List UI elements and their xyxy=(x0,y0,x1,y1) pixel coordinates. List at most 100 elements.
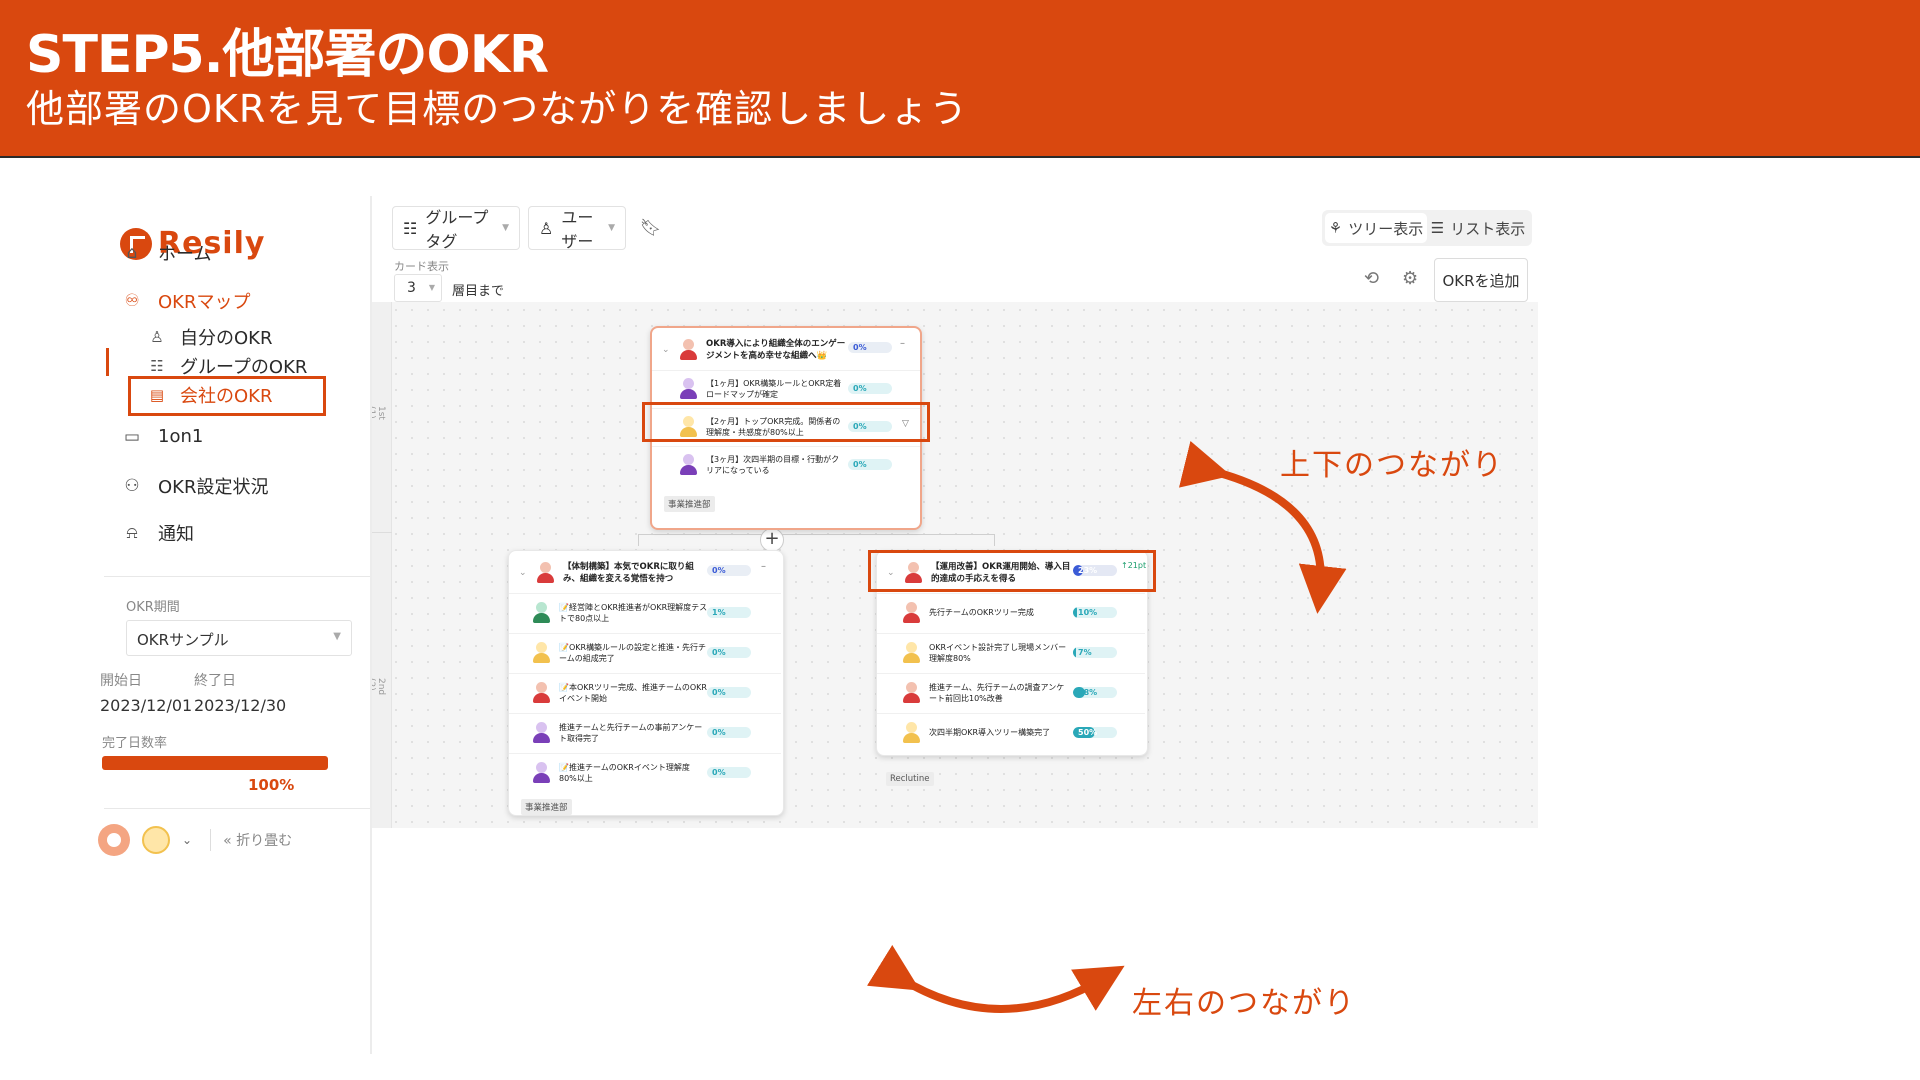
group-tag: 事業推進部 xyxy=(521,799,572,815)
user-avatar[interactable] xyxy=(142,826,170,854)
tree-view-label: ツリー表示 xyxy=(1348,219,1424,238)
kr-row[interactable]: 📝経営陣とOKR推進者がOKR理解度テストで80点以上 1% xyxy=(509,593,781,631)
objective-text: OKR導入により組織全体のエンゲージメントを高め幸せな組織へ👑 xyxy=(706,339,846,361)
chevron-down-icon[interactable]: ⌄ xyxy=(662,345,676,355)
kr-row[interactable]: 次四半期OKR導入ツリー構築完了 50% xyxy=(877,713,1145,751)
collapse-label: 折り畳む xyxy=(236,833,293,849)
progress-bar: 0% xyxy=(707,767,751,778)
completion-rate-fill xyxy=(102,756,328,770)
kr-text: 推進チーム、先行チームの調査アンケート前回比10%改善 xyxy=(929,682,1065,703)
users-icon: ⚇ xyxy=(124,476,140,496)
list-view-label: リスト表示 xyxy=(1450,219,1526,238)
history-icon[interactable]: ⟲ xyxy=(1364,268,1379,289)
kr-row[interactable]: 推進チームと先行チームの事前アンケート取得完了 0% xyxy=(509,713,781,751)
add-child-button[interactable]: + xyxy=(760,528,784,552)
layer-value: 3 xyxy=(407,280,416,296)
user-icon: ♙ xyxy=(150,328,164,346)
horizontal-connection-label: 左右のつながり xyxy=(1132,986,1356,1021)
avatar xyxy=(531,721,551,744)
sub-item-my-okr[interactable]: ♙ 自分のOKR xyxy=(148,324,272,350)
okr-map-icon: ♾ xyxy=(124,291,140,311)
nav-item-notifications[interactable]: ⍾ 通知 xyxy=(122,520,194,546)
end-date: 2023/12/30 xyxy=(194,696,287,715)
connector-line xyxy=(994,534,995,546)
kr-text: 先行チームのOKRツリー完成 xyxy=(929,608,1034,617)
progress-bar: 1% xyxy=(707,607,751,618)
list-view-button[interactable]: ☰ リスト表示 xyxy=(1427,213,1529,243)
nav-label: OKR設定状況 xyxy=(158,477,269,498)
nav-item-okr-map[interactable]: ♾ OKRマップ xyxy=(122,288,250,314)
avatar xyxy=(531,601,551,624)
kr-row[interactable]: OKRイベント設計完了し現場メンバー理解度80% 7% xyxy=(877,633,1145,671)
chevron-down-icon: ▼ xyxy=(428,283,435,292)
user-icon: ♙ xyxy=(539,218,554,238)
objective-row[interactable]: ⌄ 【体制構築】本気でOKRに取り組み、組織を変える覚悟を持つ 0% – xyxy=(509,555,781,591)
bell-icon: ⍾ xyxy=(126,523,138,543)
gear-icon[interactable]: ⚙ xyxy=(1402,268,1418,289)
progress-text: 0% xyxy=(712,688,726,697)
list-icon: ☰ xyxy=(1430,219,1445,237)
group-icon: ☷ xyxy=(403,218,418,238)
progress-bar: 10% xyxy=(1073,607,1117,618)
progress-text: 10% xyxy=(1078,608,1098,617)
progress-text: 1% xyxy=(712,608,726,617)
divider xyxy=(210,829,212,851)
org-avatar[interactable] xyxy=(98,824,130,856)
period-select[interactable]: OKRサンプル ▼ xyxy=(126,620,352,656)
bookmark-icon[interactable]: 🔖︎ xyxy=(640,218,662,238)
highlight-objective xyxy=(868,550,1156,592)
progress-bar: 0% xyxy=(707,565,751,576)
nav-label: 通知 xyxy=(158,524,194,545)
layer-select[interactable]: 3 ▼ xyxy=(394,274,442,302)
add-okr-button[interactable]: OKRを追加 xyxy=(1434,258,1528,302)
tree-view-button[interactable]: ⚘ ツリー表示 xyxy=(1325,213,1427,243)
avatar xyxy=(901,601,921,624)
group-tag: Reclutine xyxy=(886,772,934,786)
nav-item-home[interactable]: ⌂ ホーム xyxy=(122,240,212,266)
progress-text: 0% xyxy=(712,768,726,777)
okr-card-left[interactable]: ⌄ 【体制構築】本気でOKRに取り組み、組織を変える覚悟を持つ 0% – 📝経営… xyxy=(508,550,784,816)
kr-row[interactable]: 📝本OKRツリー完成、推進チームのOKRイベント開始 0% xyxy=(509,673,781,711)
nav-item-okr-status[interactable]: ⚇ OKR設定状況 xyxy=(122,473,268,499)
kr-row[interactable]: 📝OKR構築ルールの設定と推進・先行チームの組成完了 0% xyxy=(509,633,781,671)
view-toggle: ⚘ ツリー表示 ☰ リスト表示 xyxy=(1322,210,1532,246)
chevron-down-icon[interactable]: ⌄ xyxy=(519,568,533,578)
start-date: 2023/12/01 xyxy=(100,696,193,715)
app-window: Resily ⌂ ホーム ♾ OKRマップ ♙ 自分のOKR ☷ グループのOK… xyxy=(98,196,1802,1054)
nav-item-1on1[interactable]: ▭ 1on1 xyxy=(122,426,203,447)
progress-bar: 0% xyxy=(848,383,892,394)
period-label: OKR期間 xyxy=(126,600,180,615)
connector-line xyxy=(638,534,639,546)
user-filter[interactable]: ♙ ユーザー ▼ xyxy=(528,206,626,251)
divider xyxy=(104,808,370,809)
okr-map-canvas[interactable]: 1st (1) 2nd (2) + ⌄ OKR導入により組織全体のエンゲージメン… xyxy=(372,302,1538,828)
vertical-connection-label: 上下のつながり xyxy=(1280,448,1504,483)
chat-icon: ▭ xyxy=(123,426,141,447)
sub-label: 自分のOKR xyxy=(180,328,273,349)
kr-row[interactable]: 【1ヶ月】OKR構築ルールとOKR定着ロードマップが確定 0% xyxy=(652,370,920,406)
banner-subtitle: 他部署のOKRを見て目標のつながりを確認しましょう xyxy=(26,87,969,131)
progress-text: 7% xyxy=(1078,648,1092,657)
kr-text: 📝本OKRツリー完成、推進チームのOKRイベント開始 xyxy=(559,682,707,703)
progress-fill xyxy=(1073,607,1078,618)
group-tag-filter[interactable]: ☷ グループタグ ▼ xyxy=(392,206,520,251)
nav-label: 1on1 xyxy=(158,426,204,447)
kr-row[interactable]: 📝推進チームのOKRイベント理解度 80%以上 0% xyxy=(509,753,781,791)
collapse-button[interactable]: « 折り畳む xyxy=(223,830,292,850)
dash: – xyxy=(761,561,766,572)
kr-text: 📝経営陣とOKR推進者がOKR理解度テストで80点以上 xyxy=(559,602,708,623)
progress-text: 50% xyxy=(1078,728,1098,737)
kr-row[interactable]: 先行チームのOKRツリー完成 10% xyxy=(877,593,1145,631)
avatar xyxy=(901,721,921,744)
avatar xyxy=(901,681,921,704)
kr-row[interactable]: 【3ヶ月】次四半期の目標・行動がクリアになっている 0% xyxy=(652,446,920,482)
kr-row[interactable]: 推進チーム、先行チームの調査アンケート前回比10%改善 28% xyxy=(877,673,1145,711)
objective-row[interactable]: ⌄ OKR導入により組織全体のエンゲージメントを高め幸せな組織へ👑 0% – xyxy=(652,332,920,368)
nav-label: ホーム xyxy=(158,244,212,265)
progress-text: 0% xyxy=(853,460,867,469)
progress-text: 0% xyxy=(853,384,867,393)
chevron-down-icon[interactable]: ⌄ xyxy=(182,833,192,847)
group-icon: ☷ xyxy=(150,357,164,375)
tree-icon: ⚘ xyxy=(1328,219,1343,237)
filter-label: グループタグ xyxy=(425,208,489,251)
